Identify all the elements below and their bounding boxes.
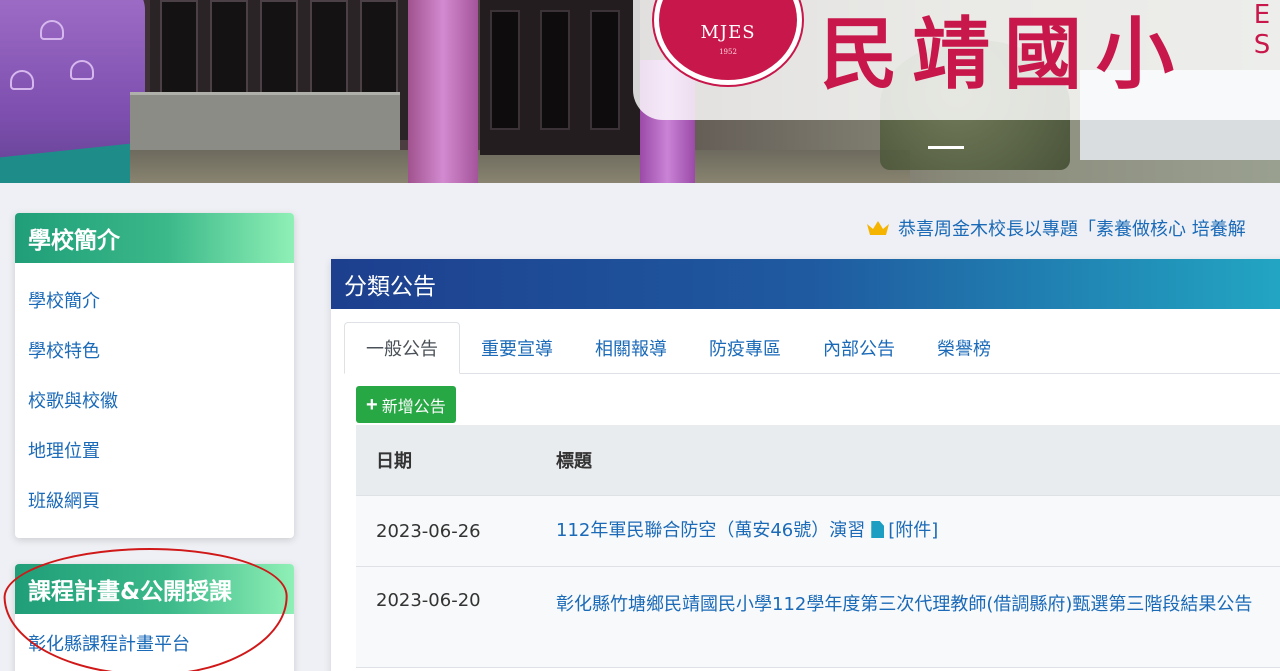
banner: MJES 1952 民靖國小 E S — [0, 0, 1280, 183]
row-date: 2023-06-26 — [376, 520, 481, 542]
annotation-circle — [2, 544, 290, 671]
sidebar-item: 學校特色 — [15, 325, 294, 375]
panel-title: 分類公告 — [331, 259, 1280, 309]
table-header: 日期 標題 — [356, 425, 1280, 496]
seal-year: 1952 — [719, 48, 737, 56]
sidebar-item: 地理位置 — [15, 425, 294, 475]
sidebar-link-class-pages[interactable]: 班級網頁 — [28, 487, 100, 513]
school-abbr: E S — [1253, 0, 1271, 60]
sidebar-link-school-features[interactable]: 學校特色 — [28, 337, 100, 363]
seal-text: MJES — [700, 22, 756, 43]
sidebar-link-school-song-emblem[interactable]: 校歌與校徽 — [28, 387, 118, 413]
table-row: 2023-06-20 彰化縣竹塘鄉民靖國民小學112學年度第三次代理教師(借調縣… — [356, 567, 1280, 668]
announcement-link[interactable]: 112年軍民聯合防空（萬安46號）演習 — [556, 520, 865, 541]
add-announcement-button[interactable]: + 新增公告 — [356, 386, 456, 423]
tab-general[interactable]: 一般公告 — [344, 322, 460, 374]
sidebar-item: 學校簡介 — [15, 275, 294, 325]
intro-link-list: 學校簡介 學校特色 校歌與校徽 地理位置 班級網頁 — [15, 263, 294, 525]
tab-epidemic[interactable]: 防疫專區 — [688, 322, 802, 374]
row-date: 2023-06-20 — [376, 590, 481, 611]
crown-icon — [867, 221, 889, 235]
school-name: 民靖國小 — [820, 10, 1189, 100]
sidebar-card-intro: 學校簡介 學校簡介 學校特色 校歌與校徽 地理位置 班級網頁 — [15, 213, 294, 538]
attachment-link[interactable]: [附件] — [888, 520, 938, 541]
tab-honor-roll[interactable]: 榮譽榜 — [916, 322, 1012, 374]
file-icon — [871, 521, 885, 538]
announcement-link[interactable]: 彰化縣竹塘鄉民靖國民小學112學年度第三次代理教師(借調縣府)甄選第三階段結果公… — [556, 594, 1252, 615]
sidebar-link-location[interactable]: 地理位置 — [28, 437, 100, 463]
column-header-date: 日期 — [376, 451, 412, 472]
plus-icon: + — [366, 393, 378, 416]
marquee-text[interactable]: 恭喜周金木校長以專題「素養做核心 培養解 — [898, 215, 1246, 241]
sidebar-item: 校歌與校徽 — [15, 375, 294, 425]
announcement-table: 日期 標題 2023-06-26 112年軍民聯合防空（萬安46號）演習 [附件]… — [356, 425, 1280, 668]
add-announcement-label: 新增公告 — [381, 398, 446, 416]
sidebar-item: 班級網頁 — [15, 475, 294, 525]
news-marquee[interactable]: 恭喜周金木校長以專題「素養做核心 培養解 — [866, 214, 1246, 242]
banner-pink-pillar — [408, 0, 478, 183]
tab-important[interactable]: 重要宣導 — [460, 322, 574, 374]
announcement-tabs: 一般公告 重要宣導 相關報導 防疫專區 內部公告 榮譽榜 — [344, 322, 1280, 374]
tab-internal[interactable]: 內部公告 — [802, 322, 916, 374]
card-title: 學校簡介 — [15, 213, 294, 263]
sidebar-link-school-intro[interactable]: 學校簡介 — [28, 287, 100, 313]
table-row: 2023-06-26 112年軍民聯合防空（萬安46號）演習 [附件] — [356, 496, 1280, 567]
column-header-title: 標題 — [556, 451, 592, 472]
tab-reports[interactable]: 相關報導 — [574, 322, 688, 374]
announcements-panel: 分類公告 一般公告 重要宣導 相關報導 防疫專區 內部公告 榮譽榜 + 新增公告… — [331, 259, 1280, 671]
slide-indicator[interactable] — [928, 146, 964, 149]
